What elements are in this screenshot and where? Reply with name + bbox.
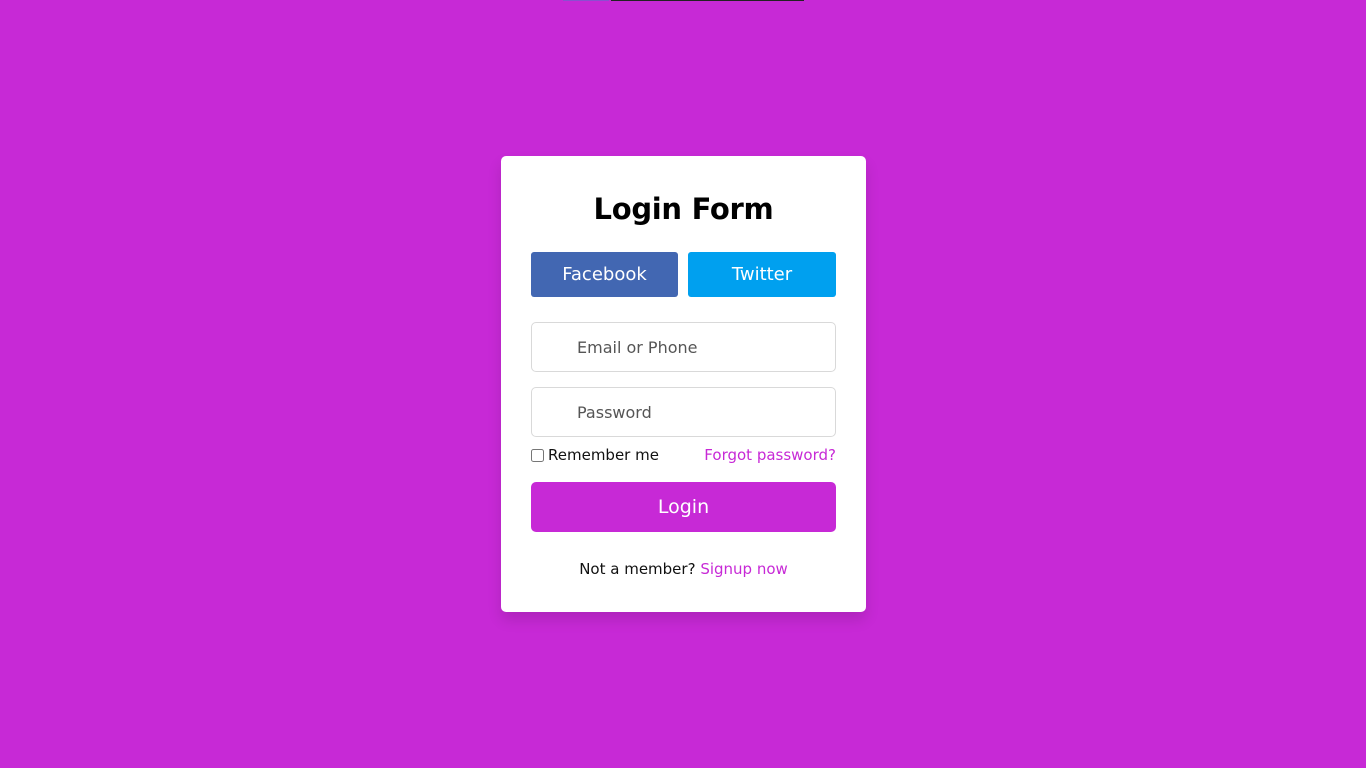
login-card: Login Form Facebook Twitter Remember me … [501, 156, 866, 612]
login-button[interactable]: Login [531, 482, 836, 532]
signup-prompt: Not a member? Signup now [501, 558, 866, 580]
forgot-password-link[interactable]: Forgot password? [704, 444, 836, 466]
signup-link[interactable]: Signup now [700, 560, 787, 578]
password-field[interactable] [531, 387, 836, 437]
form-title: Login Form [593, 192, 774, 226]
email-field[interactable] [531, 322, 836, 372]
remember-me[interactable]: Remember me [531, 444, 659, 466]
top-edge-decoration [611, 0, 804, 1]
signup-prompt-text: Not a member? [579, 560, 696, 578]
remember-me-label: Remember me [548, 446, 659, 464]
remember-me-checkbox[interactable] [531, 448, 544, 462]
top-edge-decoration-left [563, 0, 609, 1]
twitter-button[interactable]: Twitter [688, 252, 836, 297]
facebook-button[interactable]: Facebook [531, 252, 678, 297]
